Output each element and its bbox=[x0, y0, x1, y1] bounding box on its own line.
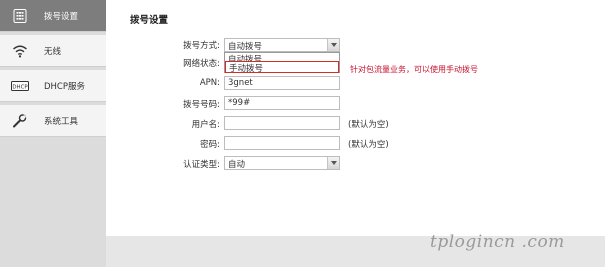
dial-number-input[interactable] bbox=[224, 96, 340, 110]
svg-text:DHCP: DHCP bbox=[12, 85, 28, 91]
watermark: tplogincn .com bbox=[430, 232, 565, 252]
dial-number-label: 拨号号码: bbox=[183, 100, 220, 110]
phone-keypad-icon bbox=[13, 9, 27, 23]
dial-mode-value: 自动拨号 bbox=[228, 42, 263, 52]
wrench-icon bbox=[13, 114, 27, 128]
network-status-label: 网络状态: bbox=[183, 59, 220, 69]
username-hint: (默认为空) bbox=[348, 120, 389, 130]
wifi-icon bbox=[13, 45, 27, 58]
dial-mode-select[interactable]: 自动拨号 bbox=[224, 38, 340, 52]
chevron-down-icon[interactable] bbox=[327, 157, 339, 169]
manual-dial-note: 针对包流量业务，可以使用手动拨号 bbox=[350, 65, 478, 74]
password-hint: (默认为空) bbox=[348, 140, 389, 150]
username-label: 用户名: bbox=[191, 120, 220, 130]
sidebar-item-label: 拨号设置 bbox=[44, 12, 79, 22]
password-label: 密码: bbox=[200, 140, 220, 150]
auth-type-value: 自动 bbox=[228, 160, 246, 170]
apn-input[interactable] bbox=[224, 76, 340, 90]
sidebar-item-dial-settings[interactable]: 拨号设置 bbox=[0, 0, 106, 32]
chevron-down-icon[interactable] bbox=[327, 39, 339, 51]
auth-type-select[interactable]: 自动 bbox=[224, 156, 340, 170]
auth-type-label: 认证类型: bbox=[183, 160, 220, 170]
dial-mode-dropdown: 自动拨号 手动拨号 bbox=[224, 52, 340, 74]
page-title: 拨号设置 bbox=[130, 15, 169, 26]
dhcp-icon: DHCP bbox=[11, 81, 29, 91]
password-input[interactable] bbox=[224, 136, 340, 150]
dial-mode-label: 拨号方式: bbox=[183, 41, 220, 51]
sidebar-item-label: 系统工具 bbox=[44, 117, 79, 127]
sidebar-item-label: DHCP服务 bbox=[44, 82, 85, 92]
dropdown-option-manual[interactable]: 手动拨号 bbox=[225, 61, 339, 74]
sidebar-item-label: 无线 bbox=[44, 47, 62, 57]
main-panel: 拨号设置 拨号方式: 自动拨号 自动拨号 手动拨号 网络状态: 针对包流量业务，… bbox=[106, 0, 605, 236]
apn-label: APN: bbox=[199, 78, 220, 88]
username-input[interactable] bbox=[224, 116, 340, 130]
